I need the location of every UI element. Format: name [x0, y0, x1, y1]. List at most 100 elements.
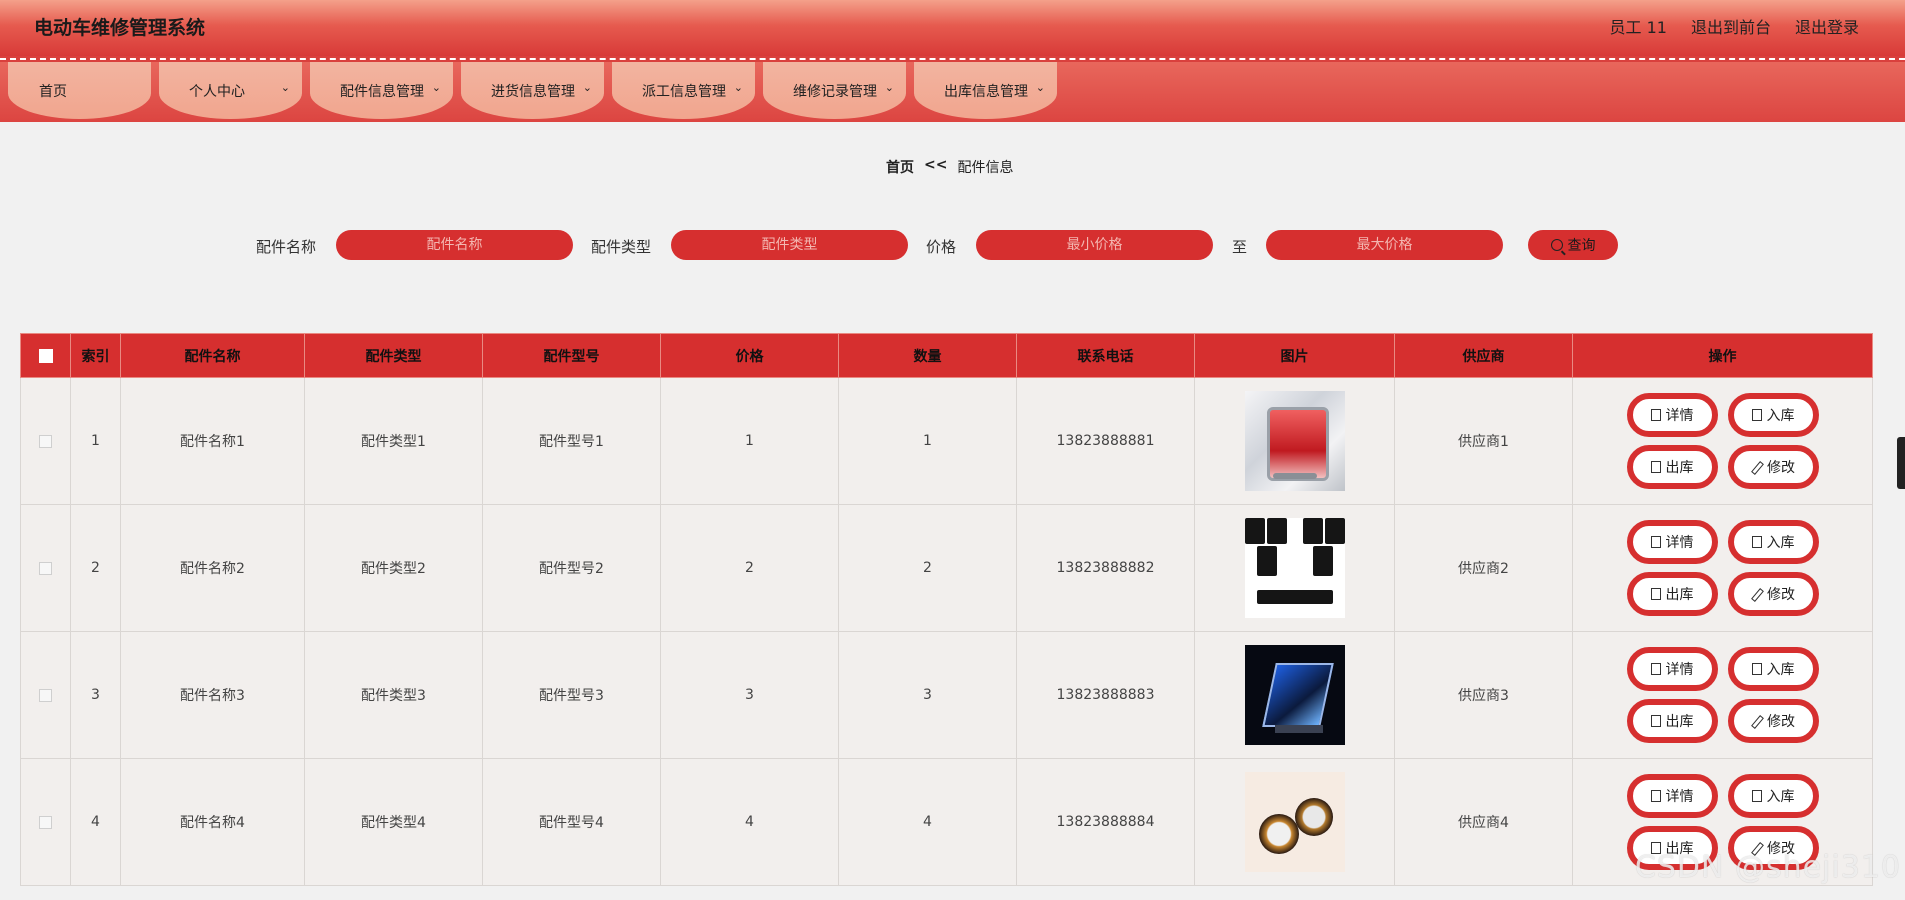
document-icon: [1650, 790, 1661, 802]
nav-item-purchase-management[interactable]: 进货信息管理 ⌄: [461, 62, 604, 119]
document-icon: [1650, 588, 1661, 600]
detail-button[interactable]: 详情: [1626, 774, 1718, 818]
type-cell: 配件类型4: [304, 758, 483, 886]
qty-cell: 2: [838, 504, 1017, 632]
stock-out-label: 出库: [1665, 714, 1694, 730]
column-header: 供应商: [1394, 333, 1573, 378]
search-button-label: 查询: [1567, 238, 1596, 254]
edit-button[interactable]: 修改: [1727, 699, 1819, 743]
row-actions: 详情 入库 出库 修改: [1573, 647, 1872, 743]
price-cell: 3: [660, 631, 839, 759]
name-cell: 配件名称2: [120, 504, 305, 632]
logout-link[interactable]: 退出登录: [1795, 14, 1859, 38]
nav-item-label: 进货信息管理: [491, 84, 575, 100]
nav-item-home[interactable]: 首页: [8, 62, 151, 119]
chevron-down-icon: ⌄: [1035, 81, 1045, 94]
stock-out-button[interactable]: 出库: [1626, 572, 1718, 616]
part-type-input[interactable]: [671, 230, 908, 260]
column-header: 配件类型: [304, 333, 483, 378]
stock-out-label: 出库: [1665, 587, 1694, 603]
detail-button[interactable]: 详情: [1626, 647, 1718, 691]
model-cell: 配件型号2: [482, 504, 661, 632]
column-header: 操作: [1572, 333, 1873, 378]
chevron-down-icon: ⌄: [280, 81, 290, 94]
supplier-cell: 供应商4: [1394, 758, 1573, 886]
watches-image[interactable]: [1244, 772, 1345, 872]
type-cell: 配件类型3: [304, 631, 483, 759]
model-cell: 配件型号3: [482, 631, 661, 759]
row-checkbox[interactable]: [39, 688, 52, 702]
name-cell: 配件名称1: [120, 377, 305, 505]
max-price-input[interactable]: [1266, 230, 1503, 260]
blue-pc-image[interactable]: [1244, 645, 1345, 745]
column-header: 配件型号: [482, 333, 661, 378]
stock-out-button[interactable]: 出库: [1626, 699, 1718, 743]
type-cell: 配件类型1: [304, 377, 483, 505]
nav-item-outbound-management[interactable]: 出库信息管理 ⌄: [914, 62, 1057, 119]
phone-cell: 13823888882: [1016, 504, 1195, 632]
document-icon: [1650, 461, 1661, 473]
min-price-input[interactable]: [976, 230, 1213, 260]
nav-item-dispatch-management[interactable]: 派工信息管理 ⌄: [612, 62, 755, 119]
nav-item-parts-management[interactable]: 配件信息管理 ⌄: [310, 62, 453, 119]
index-cell: 1: [70, 377, 121, 505]
breadcrumb-current: 配件信息: [957, 160, 1014, 176]
top-header: 电动车维修管理系统 员工 11 退出到前台 退出登录: [0, 0, 1905, 56]
detail-button[interactable]: 详情: [1626, 520, 1718, 564]
index-cell: 4: [70, 758, 121, 886]
detail-button[interactable]: 详情: [1626, 393, 1718, 437]
stock-in-button[interactable]: 入库: [1727, 520, 1819, 564]
document-icon: [1751, 536, 1762, 548]
type-cell: 配件类型2: [304, 504, 483, 632]
table-row: 2 配件名称2 配件类型2 配件型号2 2 2 13823888882 供应商2…: [20, 504, 1873, 632]
pencil-icon: [1751, 462, 1762, 473]
part-name-input[interactable]: [336, 230, 573, 260]
column-header: 图片: [1194, 333, 1395, 378]
stock-in-button[interactable]: 入库: [1727, 774, 1819, 818]
pencil-icon: [1751, 589, 1762, 600]
stock-out-button[interactable]: 出库: [1626, 445, 1718, 489]
row-actions: 详情 入库 出库 修改: [1573, 393, 1872, 489]
edit-button[interactable]: 修改: [1727, 572, 1819, 616]
back-to-front-link[interactable]: 退出到前台: [1691, 14, 1771, 38]
column-header: 索引: [70, 333, 121, 378]
stock-in-label: 入库: [1766, 662, 1795, 678]
edit-label: 修改: [1767, 460, 1795, 476]
nav-item-label: 派工信息管理: [642, 84, 726, 100]
speakers-image[interactable]: [1244, 518, 1345, 618]
select-all-checkbox[interactable]: [38, 348, 53, 363]
document-icon: [1751, 790, 1762, 802]
breadcrumb-home[interactable]: 首页: [886, 157, 914, 177]
edit-button[interactable]: 修改: [1727, 445, 1819, 489]
stock-in-button[interactable]: 入库: [1727, 647, 1819, 691]
chevron-down-icon: ⌄: [582, 81, 592, 94]
nav-item-repair-records[interactable]: 维修记录管理 ⌄: [763, 62, 906, 119]
nav-item-personal-center[interactable]: 个人中心 ⌄: [159, 62, 302, 119]
stock-in-button[interactable]: 入库: [1727, 393, 1819, 437]
scrollbar-handle[interactable]: [1897, 437, 1905, 489]
stock-in-label: 入库: [1766, 789, 1795, 805]
table-row: 3 配件名称3 配件类型3 配件型号3 3 3 13823888883 供应商3…: [20, 631, 1873, 759]
supplier-cell: 供应商1: [1394, 377, 1573, 505]
row-checkbox[interactable]: [39, 561, 52, 575]
price-cell: 2: [660, 504, 839, 632]
supplier-cell: 供应商2: [1394, 504, 1573, 632]
chevron-down-icon: ⌄: [431, 81, 441, 94]
search-button[interactable]: 查询: [1528, 230, 1618, 260]
current-user[interactable]: 员工 11: [1610, 14, 1667, 38]
nav-item-label: 维修记录管理: [793, 84, 877, 100]
document-icon: [1751, 409, 1762, 421]
row-checkbox[interactable]: [39, 434, 52, 448]
table-header-row: 索引 配件名称 配件类型 配件型号 价格 数量 联系电话 图片 供应商 操作: [20, 333, 1873, 378]
row-checkbox[interactable]: [39, 815, 52, 829]
document-icon: [1650, 409, 1661, 421]
detail-label: 详情: [1665, 789, 1694, 805]
breadcrumb: 首页 << 配件信息: [886, 157, 1013, 177]
document-icon: [1650, 663, 1661, 675]
pc-case-image[interactable]: [1244, 391, 1345, 491]
chevron-down-icon: ⌄: [884, 81, 894, 94]
detail-label: 详情: [1665, 535, 1694, 551]
row-actions: 详情 入库 出库 修改: [1573, 520, 1872, 616]
nav-item-label: 出库信息管理: [944, 84, 1028, 100]
document-icon: [1751, 663, 1762, 675]
